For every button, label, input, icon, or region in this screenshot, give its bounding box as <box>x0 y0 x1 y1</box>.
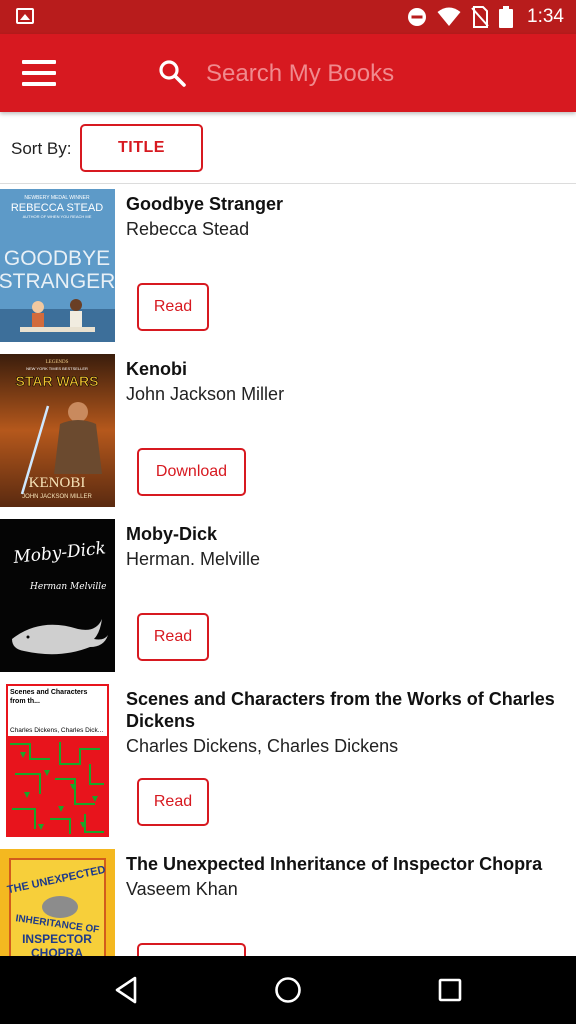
book-cover[interactable]: Scenes and Characters from th... Charles… <box>0 684 115 837</box>
svg-text:LEGENDS: LEGENDS <box>46 360 69 365</box>
svg-text:Scenes and Characters: Scenes and Characters <box>10 689 88 696</box>
svg-text:Herman Melville: Herman Melville <box>29 582 107 592</box>
book-item[interactable]: Moby-Dick Herman Melville Moby-Dick Herm… <box>0 515 576 680</box>
book-author: John Jackson Miller <box>126 384 285 404</box>
book-title[interactable]: Kenobi <box>126 358 566 380</box>
svg-text:GOODBYE: GOODBYE <box>4 247 110 270</box>
svg-text:STAR WARS: STAR WARS <box>16 373 99 389</box>
book-cover[interactable]: Moby-Dick Herman Melville <box>0 519 115 672</box>
svg-text:STRANGER: STRANGER <box>0 270 115 293</box>
book-cover[interactable]: NEWBERY MEDAL WINNER REBECCA STEAD AUTHO… <box>0 189 115 342</box>
svg-text:NEWBERY MEDAL WINNER: NEWBERY MEDAL WINNER <box>24 195 90 201</box>
sort-label: Sort By: <box>11 139 72 158</box>
read-button[interactable]: Read <box>137 778 209 826</box>
book-list[interactable]: NEWBERY MEDAL WINNER REBECCA STEAD AUTHO… <box>0 185 576 956</box>
menu-icon[interactable] <box>22 60 56 86</box>
book-title[interactable]: Goodbye Stranger <box>126 193 566 215</box>
book-cover[interactable]: LEGENDS NEW YORK TIMES BESTSELLER STAR W… <box>0 354 115 507</box>
search-icon[interactable] <box>158 59 186 87</box>
book-author: Vaseem Khan <box>126 879 238 899</box>
read-button[interactable]: Read <box>137 613 209 661</box>
download-button[interactable]: Download <box>137 448 246 496</box>
svg-text:KENOBI: KENOBI <box>29 475 86 491</box>
book-item[interactable]: NEWBERY MEDAL WINNER REBECCA STEAD AUTHO… <box>0 185 576 350</box>
svg-text:INSPECTOR: INSPECTOR <box>22 932 92 946</box>
battery-icon <box>499 6 514 28</box>
book-author: Rebecca Stead <box>126 219 250 239</box>
action-button[interactable] <box>137 943 246 956</box>
no-sim-icon <box>471 6 489 28</box>
app-bar <box>0 34 576 112</box>
recents-icon[interactable] <box>430 970 470 1010</box>
status-icons: 1:34 <box>407 0 564 34</box>
search-input[interactable] <box>200 54 540 94</box>
wifi-icon <box>437 7 461 26</box>
book-title[interactable]: Scenes and Characters from the Works of … <box>126 688 566 732</box>
book-item[interactable]: LEGENDS NEW YORK TIMES BESTSELLER STAR W… <box>0 350 576 515</box>
navigation-bar <box>0 956 576 1024</box>
svg-text:Charles Dickens, Charles Dick.: Charles Dickens, Charles Dick... <box>10 727 103 734</box>
svg-text:AUTHOR OF WHEN YOU REACH ME: AUTHOR OF WHEN YOU REACH ME <box>23 214 92 219</box>
book-title[interactable]: Moby-Dick <box>126 523 566 545</box>
book-item[interactable]: THE UNEXPECTED INHERITANCE OF INSPECTOR … <box>0 845 576 956</box>
do-not-disturb-icon <box>408 8 427 26</box>
book-item[interactable]: Scenes and Characters from th... Charles… <box>0 680 576 845</box>
svg-text:NEW YORK TIMES BESTSELLER: NEW YORK TIMES BESTSELLER <box>26 366 88 371</box>
book-cover[interactable]: THE UNEXPECTED INHERITANCE OF INSPECTOR … <box>0 849 115 956</box>
svg-text:from th...: from th... <box>10 698 40 705</box>
svg-text:CHOPRA: CHOPRA <box>31 946 83 956</box>
sort-row: Sort By: TITLE <box>0 112 576 184</box>
svg-text:JOHN JACKSON MILLER: JOHN JACKSON MILLER <box>22 494 92 500</box>
clock: 1:34 <box>527 6 564 27</box>
sort-title-button[interactable]: TITLE <box>80 124 203 172</box>
home-icon[interactable] <box>268 970 308 1010</box>
back-icon[interactable] <box>106 970 146 1010</box>
read-button[interactable]: Read <box>137 283 209 331</box>
book-title[interactable]: The Unexpected Inheritance of Inspector … <box>126 853 566 875</box>
book-author: Herman. Melville <box>126 549 261 569</box>
book-author: Charles Dickens, Charles Dickens <box>126 736 399 756</box>
svg-text:REBECCA STEAD: REBECCA STEAD <box>11 202 103 214</box>
gallery-icon <box>16 8 34 24</box>
status-bar: 1:34 <box>0 0 576 34</box>
